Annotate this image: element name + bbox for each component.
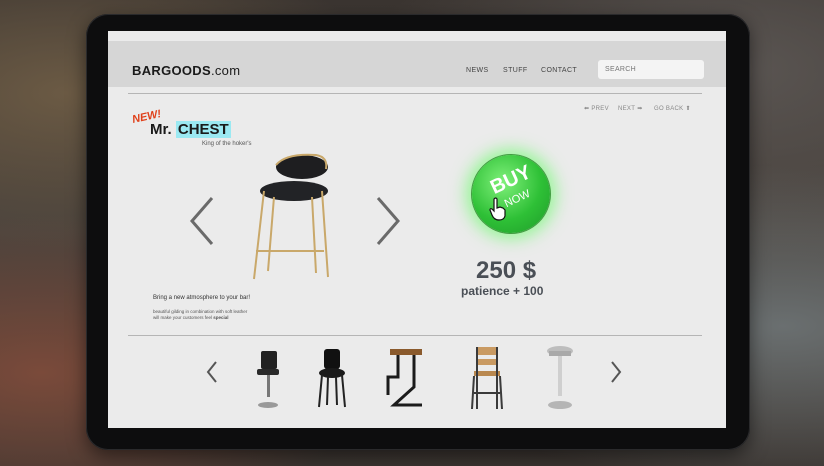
black-swivel-bar-stool-icon[interactable] [252, 349, 284, 409]
website-screen: BARGOODS.com NEWS STUFF CONTACT ⬅PREV NE… [108, 31, 726, 428]
title-name: CHEST [175, 121, 231, 138]
arrow-up-icon: ⬆ [685, 106, 691, 112]
product-details: beautiful gilding in combination with so… [153, 309, 273, 321]
next-link[interactable]: NEXT ➡ [618, 105, 643, 113]
brand-domain: .com [210, 63, 241, 78]
nav-stuff[interactable]: STUFF [503, 67, 528, 74]
bottom-divider [128, 335, 702, 336]
buy-now-button[interactable]: BUY NOW [472, 155, 550, 233]
product-title: Mr. CHEST [150, 121, 231, 138]
goback-label: GO BACK [654, 105, 684, 112]
arrow-right-icon: ➡ [637, 106, 643, 112]
nav-news[interactable]: NEWS [466, 67, 489, 74]
header-bar: BARGOODS.com NEWS STUFF CONTACT [108, 41, 726, 87]
site-logo[interactable]: BARGOODS.com [132, 63, 240, 78]
bonus-label: patience + 100 [461, 284, 544, 298]
search-input[interactable] [598, 60, 704, 79]
wood-metal-z-stool-icon[interactable] [384, 347, 428, 411]
price-label: 250 $ [476, 257, 537, 284]
carousel-prev-arrow-icon[interactable] [206, 361, 218, 383]
carousel-next-arrow-icon[interactable] [610, 361, 622, 383]
goback-link[interactable]: GO BACK ⬆ [654, 105, 691, 113]
next-label: NEXT [618, 105, 636, 112]
prev-label: PREV [591, 105, 609, 112]
product-description: Bring a new atmosphere to your bar! [153, 295, 251, 301]
top-divider [128, 93, 702, 94]
prev-link[interactable]: ⬅ PREV [584, 105, 609, 113]
hand-cursor-icon [489, 197, 506, 221]
details-line1: beautiful gilding in combination with so… [153, 309, 248, 314]
brand-bold: BARGOODS [132, 63, 211, 78]
next-product-arrow-icon[interactable] [374, 196, 402, 246]
details-emph: special [213, 315, 229, 320]
black-padded-bar-stool-icon[interactable] [316, 347, 348, 409]
bar-stool-product-image [253, 153, 329, 280]
product-tagline: King of the hoker's [202, 141, 252, 147]
wood-ladder-back-stool-icon[interactable] [470, 345, 504, 411]
arrow-left-icon: ⬅ [584, 106, 590, 112]
chrome-saddle-stool-icon[interactable] [544, 345, 576, 411]
title-prefix: Mr. [150, 121, 172, 138]
nav-contact[interactable]: CONTACT [541, 67, 577, 74]
details-line2: will make your customers feel [153, 315, 213, 320]
prev-product-arrow-icon[interactable] [188, 196, 216, 246]
